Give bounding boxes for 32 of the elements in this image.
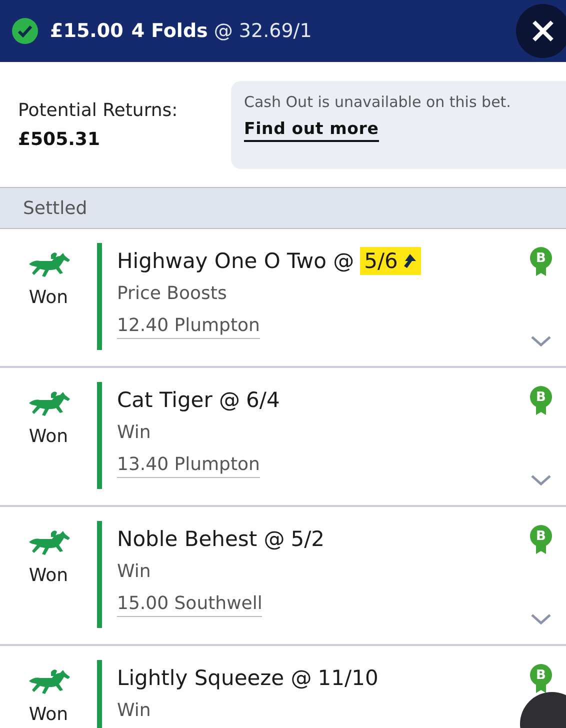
- find-out-more-link[interactable]: Find out more: [244, 118, 379, 142]
- stake-amount: £15.00: [50, 20, 124, 42]
- chevron-down-icon[interactable]: [530, 474, 552, 486]
- market-name: Price Boosts: [117, 283, 227, 304]
- leg-result: Won: [28, 704, 68, 725]
- race-link[interactable]: 12.40 Plumpton: [117, 315, 260, 339]
- leg-result: Won: [28, 287, 68, 308]
- selection-name: Highway One O Two @: [117, 249, 354, 273]
- chevron-down-icon[interactable]: [530, 613, 552, 625]
- race-link[interactable]: 15.00 Southwell: [117, 593, 262, 617]
- bet-odds: @ 32.69/1: [214, 20, 312, 42]
- market-name: Win: [117, 422, 151, 443]
- selection-price: 6/4: [246, 387, 280, 414]
- close-button[interactable]: [516, 4, 566, 58]
- market-name: Win: [117, 700, 151, 721]
- chevron-down-icon[interactable]: [530, 335, 552, 347]
- leg-result: Won: [28, 426, 68, 447]
- close-icon: [532, 20, 554, 42]
- market-name: Win: [117, 561, 151, 582]
- race-link[interactable]: 13.40 Plumpton: [117, 454, 260, 478]
- selection-name: Cat Tiger @: [117, 388, 240, 412]
- cashout-message: Cash Out is unavailable on this bet.: [244, 92, 511, 110]
- selection-price: 5/6: [360, 247, 421, 275]
- returns-value: £505.31: [18, 128, 101, 150]
- selection-name: Lightly Squeeze @: [117, 666, 312, 690]
- selection-price: 5/2: [290, 526, 325, 553]
- leg-result: Won: [28, 565, 68, 586]
- returns-label: Potential Returns:: [18, 100, 179, 120]
- selection-price: 11/10: [318, 665, 378, 692]
- selection-name: Noble Behest @: [117, 527, 285, 551]
- section-title: Settled: [23, 198, 88, 218]
- bet-type: 4 Folds: [131, 20, 208, 42]
